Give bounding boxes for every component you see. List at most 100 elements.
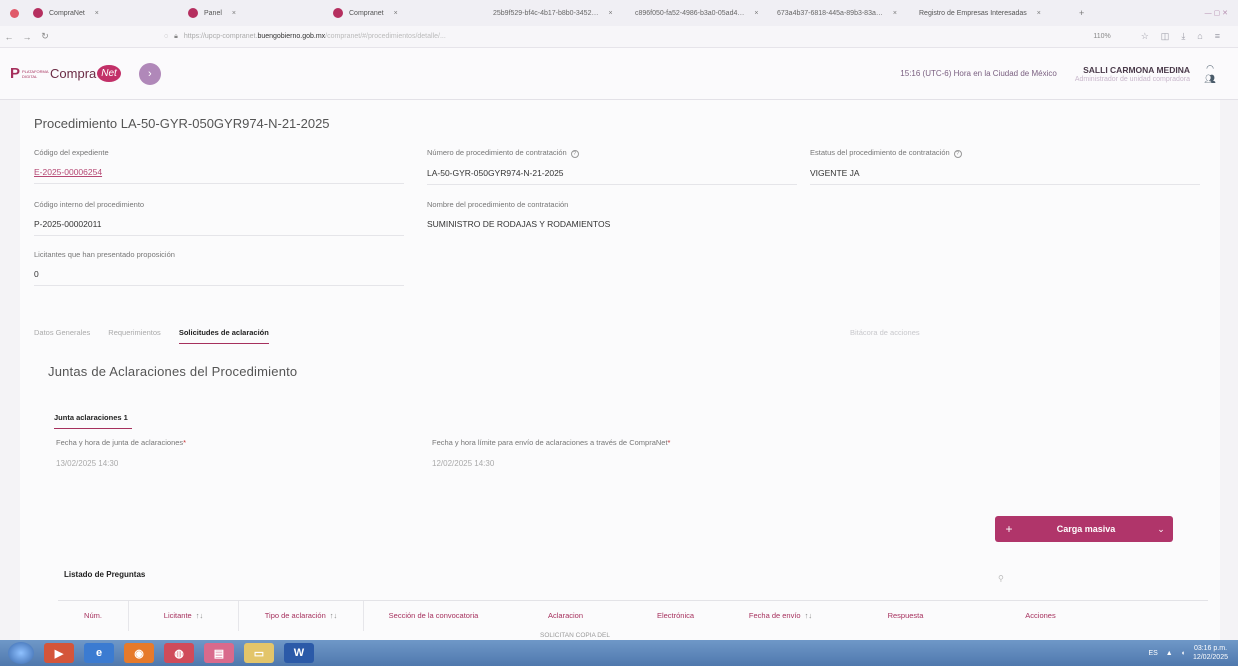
- browser-tab-compranet[interactable]: CompraNet ×: [25, 0, 180, 26]
- col-acciones: Acciones: [1025, 611, 1056, 620]
- system-clock[interactable]: 03:16 p.m. 12/02/2025: [1193, 644, 1228, 662]
- clock-date: 12/02/2025: [1192, 654, 1228, 661]
- tab-close-icon[interactable]: ×: [394, 10, 398, 17]
- reload-icon[interactable]: ↻: [36, 31, 54, 42]
- estatus-field: Estatus del procedimiento de contratació…: [810, 148, 1200, 185]
- tab-solicitudes-aclaracion[interactable]: Solicitudes de aclaración: [178, 328, 269, 344]
- codigo-interno-value: P-2025-00002011: [34, 219, 404, 236]
- section-title: Juntas de Aclaraciones del Procedimiento: [48, 364, 298, 379]
- start-button[interactable]: [8, 642, 34, 664]
- licitantes-field: Licitantes que han presentado proposició…: [34, 250, 404, 286]
- firefox-icon[interactable]: ◉: [124, 643, 154, 663]
- field-label: Número de procedimiento de contratación?: [427, 148, 797, 158]
- network-icon[interactable]: ▲: [1166, 650, 1173, 657]
- explorer-folder-icon[interactable]: ▭: [244, 643, 274, 663]
- browser-tab-document-1[interactable]: 25b9f529-bf4c-4b17-b8b0-3452… ×: [485, 0, 627, 26]
- tab-label: Registro de Empresas Interesadas: [919, 9, 1027, 17]
- sort-icon[interactable]: ↑↓: [805, 611, 813, 620]
- zoom-level[interactable]: 110%: [1093, 33, 1110, 40]
- button-label: Carga masiva: [1056, 524, 1116, 534]
- field-label: Licitantes que han presentado proposició…: [34, 250, 175, 259]
- compranet-logo[interactable]: P PLATAFORMA DIGITAL Compra Net: [10, 65, 121, 82]
- users-icon[interactable]: 👥︎: [1202, 74, 1218, 85]
- language-indicator[interactable]: ES: [1148, 650, 1157, 657]
- tab-close-icon[interactable]: ×: [754, 10, 758, 17]
- media-player-icon[interactable]: ▶: [44, 643, 74, 663]
- pocket-icon[interactable]: ◫: [1161, 31, 1170, 42]
- internet-explorer-icon[interactable]: e: [84, 643, 114, 663]
- search-icon[interactable]: ⚲: [998, 574, 1004, 583]
- col-num: Núm.: [84, 611, 102, 620]
- tab-requerimientos[interactable]: Requerimientos: [108, 328, 161, 344]
- plus-icon: +: [1005, 522, 1013, 536]
- browser-tab-document-2[interactable]: c896f050-fa52-4986-b3a0-05ad4… ×: [627, 0, 769, 26]
- tab-close-icon[interactable]: ×: [608, 10, 612, 17]
- browser-tab-registro[interactable]: Registro de Empresas Interesadas ×: [911, 0, 1071, 26]
- downloads-icon[interactable]: ⤓: [1181, 31, 1185, 42]
- clock-time: 03:16 p.m.: [1193, 645, 1228, 652]
- volume-icon[interactable]: ◖: [1181, 650, 1185, 657]
- files-icon[interactable]: ▤: [204, 643, 234, 663]
- logo-prefix: P: [10, 65, 21, 82]
- col-tipo-aclaracion[interactable]: Tipo de aclaración ↑↓: [238, 600, 363, 631]
- chrome-icon[interactable]: ◍: [164, 643, 194, 663]
- nombre-procedimiento-value: SUMINISTRO DE RODAJAS Y RODAMIENTOS: [427, 219, 611, 229]
- field-label: Fecha y hora límite para envío de aclara…: [432, 438, 671, 447]
- procedure-detail-panel: Procedimiento LA-50-GYR-050GYR974-N-21-2…: [20, 100, 1220, 640]
- tab-close-icon[interactable]: ×: [232, 10, 236, 17]
- window-controls[interactable]: — ▢ ✕: [1205, 9, 1228, 17]
- new-tab-button[interactable]: +: [1071, 8, 1092, 18]
- home-icon[interactable]: ⌂: [1197, 31, 1202, 42]
- fecha-junta-field: Fecha y hora de junta de aclaraciones* 1…: [56, 438, 396, 468]
- app-header: P PLATAFORMA DIGITAL Compra Net › 15:16 …: [0, 48, 1238, 100]
- field-label: Estatus del procedimiento de contratació…: [810, 148, 1200, 158]
- col-fecha-envio[interactable]: Fecha de envío ↑↓: [723, 611, 838, 620]
- licitantes-value: 0: [34, 269, 404, 286]
- tab-close-icon[interactable]: ×: [893, 10, 897, 17]
- system-tray: ES ▲ ◖ 03:16 p.m. 12/02/2025: [1148, 644, 1228, 662]
- browser-tab-compranet-active[interactable]: Compranet ×: [325, 0, 485, 26]
- shield-icon: ◌: [164, 33, 169, 40]
- numero-procedimiento-value: LA-50-GYR-050GYR974-N-21-2025: [427, 168, 797, 185]
- bookmark-star-icon[interactable]: ☆: [1141, 31, 1149, 42]
- browser-tab-document-3[interactable]: 673a4b37-6818-445a-89b3-83a… ×: [769, 0, 911, 26]
- info-icon[interactable]: ?: [570, 150, 579, 158]
- browser-toolbar-icons: ☆ ◫ ⤓ ⌂ ≡: [1141, 31, 1220, 42]
- notifications-icon[interactable]: ◠: [1202, 63, 1218, 74]
- tab-close-icon[interactable]: ×: [1037, 10, 1041, 17]
- tab-junta-aclaraciones-1[interactable]: Junta aclaraciones 1: [54, 413, 132, 429]
- tab-datos-generales[interactable]: Datos Generales: [34, 328, 90, 344]
- fecha-limite-value: 12/02/2025 14:30: [432, 459, 495, 468]
- col-electronica: Electrónica: [656, 611, 695, 620]
- lock-icon: 🔒︎: [174, 32, 178, 40]
- browser-menu-icon[interactable]: [10, 8, 19, 18]
- tab-close-icon[interactable]: ×: [95, 10, 99, 17]
- logo-main: Compra: [50, 66, 97, 81]
- menu-icon[interactable]: ≡: [1215, 31, 1220, 42]
- compranet-favicon-icon: [188, 8, 198, 18]
- user-role: Administrador de unidad compradora: [1074, 75, 1190, 83]
- col-licitante[interactable]: Licitante ↑↓: [128, 600, 238, 631]
- logo-badge: Net: [97, 65, 121, 82]
- browser-tab-panel[interactable]: Panel ×: [180, 0, 325, 26]
- codigo-expediente-link[interactable]: E-2025-00006254: [34, 167, 404, 184]
- user-menu[interactable]: ◠ 👥︎: [1202, 63, 1218, 85]
- table-row: SOLICITAN COPIA DEL: [540, 632, 610, 639]
- chevron-down-icon: ⌄: [1157, 523, 1165, 534]
- os-taskbar: ▶ e ◉ ◍ ▤ ▭ W ES ▲ ◖ 03:16 p.m. 12/02/20…: [0, 640, 1238, 666]
- menu-expand-button[interactable]: ›: [138, 62, 161, 85]
- user-info[interactable]: SALLI CARMONA MEDINA Administrador de un…: [1075, 65, 1190, 83]
- url-bar[interactable]: ◌ 🔒︎ https://upcp-compranet. buengobierno…: [164, 33, 1044, 41]
- sort-icon[interactable]: ↑↓: [196, 611, 204, 620]
- field-label: Fecha y hora de junta de aclaraciones*: [56, 438, 187, 447]
- browser-tab-strip: CompraNet × Panel × Compranet × 25b9f529…: [0, 0, 1238, 26]
- tab-bitacora[interactable]: Bitácora de acciones: [850, 328, 920, 337]
- carga-masiva-button[interactable]: + Carga masiva ⌄: [995, 516, 1173, 542]
- chevron-right-icon: ›: [147, 67, 152, 80]
- sort-icon[interactable]: ↑↓: [330, 611, 338, 620]
- col-seccion: Sección de la convocatoria: [363, 600, 503, 631]
- info-icon[interactable]: ?: [953, 150, 962, 158]
- forward-icon[interactable]: →: [18, 32, 36, 42]
- back-icon[interactable]: ←: [0, 32, 18, 42]
- word-icon[interactable]: W: [284, 643, 314, 663]
